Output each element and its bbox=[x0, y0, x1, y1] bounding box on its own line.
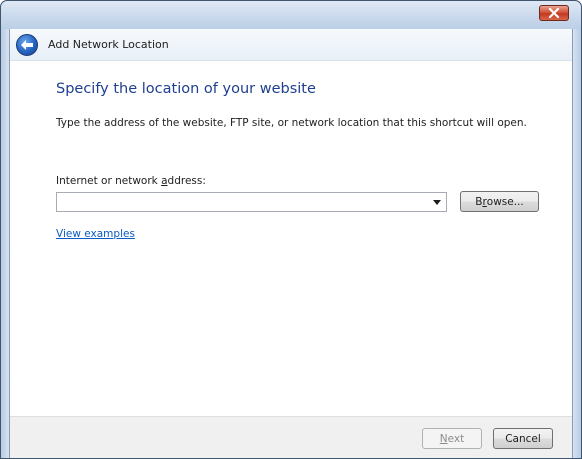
address-combobox[interactable] bbox=[56, 192, 447, 212]
browse-button[interactable]: Br owse... bbox=[460, 191, 539, 212]
chevron-down-icon bbox=[433, 199, 441, 205]
close-button[interactable] bbox=[539, 5, 569, 21]
page-heading: Specify the location of your website bbox=[56, 81, 316, 97]
dialog-content: Add Network Location Specify the locatio… bbox=[9, 29, 573, 458]
address-dropdown-button[interactable] bbox=[428, 193, 446, 211]
address-label-text-end: ddress: bbox=[167, 175, 206, 187]
next-label: ext bbox=[447, 432, 465, 445]
window-frame-right bbox=[573, 29, 581, 458]
browse-label-end: owse... bbox=[486, 195, 524, 208]
view-examples-link[interactable]: View examples bbox=[56, 228, 135, 240]
next-label-accelerator: N bbox=[439, 432, 448, 445]
close-icon bbox=[548, 8, 560, 18]
window-frame-left bbox=[1, 29, 9, 458]
next-button[interactable]: Next bbox=[422, 428, 482, 449]
wizard-footer: Next Cancel bbox=[10, 416, 572, 458]
cancel-button[interactable]: Cancel bbox=[493, 428, 553, 449]
page-description: Type the address of the website, FTP sit… bbox=[56, 117, 527, 129]
wizard-header: Add Network Location bbox=[10, 29, 572, 61]
title-bar[interactable] bbox=[1, 1, 581, 29]
back-arrow-icon bbox=[21, 40, 33, 50]
window-title: Add Network Location bbox=[48, 38, 169, 51]
browse-label: B bbox=[475, 195, 483, 208]
dialog-window: Add Network Location Specify the locatio… bbox=[0, 0, 582, 459]
address-input[interactable] bbox=[57, 193, 427, 211]
address-label: Internet or network address: bbox=[56, 175, 206, 187]
back-button[interactable] bbox=[16, 34, 38, 56]
address-label-text: Internet or network bbox=[56, 175, 162, 187]
